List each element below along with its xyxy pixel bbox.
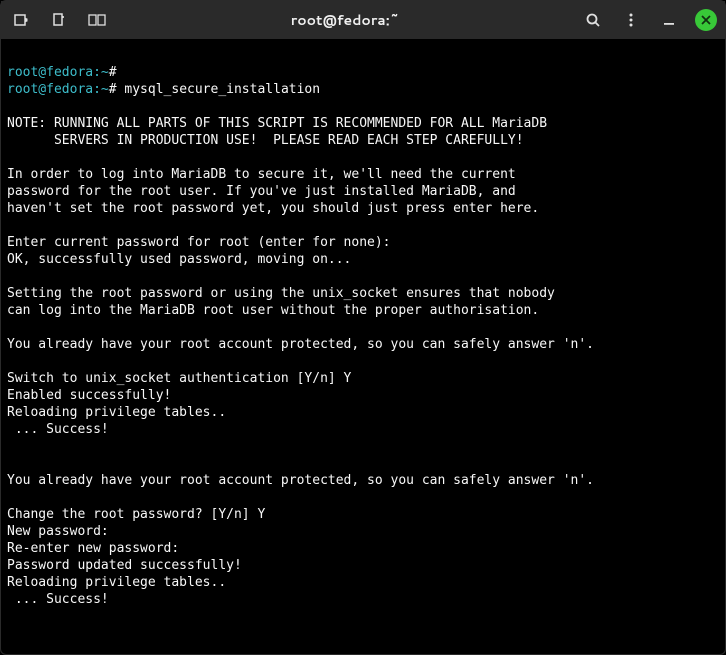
output-line bbox=[7, 217, 719, 234]
output-line bbox=[7, 98, 719, 115]
titlebar-right-controls bbox=[581, 8, 717, 32]
prompt-sep: : bbox=[93, 65, 101, 80]
prompt-user: root@fedora bbox=[7, 65, 93, 80]
minimize-icon[interactable] bbox=[657, 8, 681, 32]
command-text: mysql_secure_installation bbox=[124, 82, 320, 97]
search-icon[interactable] bbox=[581, 8, 605, 32]
output-line: Password updated successfully! bbox=[7, 557, 719, 574]
split-icon[interactable] bbox=[85, 8, 109, 32]
output-line: Enabled successfully! bbox=[7, 387, 719, 404]
output-line: ... Success! bbox=[7, 421, 719, 438]
output-line bbox=[7, 149, 719, 166]
output-line bbox=[7, 438, 719, 455]
output-line: haven't set the root password yet, you s… bbox=[7, 200, 719, 217]
output-line: Enter current password for root (enter f… bbox=[7, 234, 719, 251]
menu-icon[interactable] bbox=[619, 8, 643, 32]
close-icon[interactable] bbox=[695, 9, 717, 31]
window-title: root@fedora:~ bbox=[109, 10, 581, 30]
output-line: NOTE: RUNNING ALL PARTS OF THIS SCRIPT I… bbox=[7, 115, 719, 132]
output-line: OK, successfully used password, moving o… bbox=[7, 251, 719, 268]
prompt-user: root@fedora bbox=[7, 82, 93, 97]
prompt-hash: # bbox=[109, 82, 117, 97]
new-window-icon[interactable] bbox=[47, 8, 71, 32]
output-line bbox=[7, 353, 719, 370]
output-line: can log into the MariaDB root user witho… bbox=[7, 302, 719, 319]
command-line: root@fedora:~# mysql_secure_installation bbox=[7, 81, 719, 98]
output-line bbox=[7, 455, 719, 472]
new-tab-icon[interactable] bbox=[9, 8, 33, 32]
titlebar-left-controls bbox=[9, 8, 109, 32]
prompt-sep: : bbox=[93, 82, 101, 97]
output-line bbox=[7, 319, 719, 336]
output-line: In order to log into MariaDB to secure i… bbox=[7, 166, 719, 183]
output-line bbox=[7, 608, 719, 625]
terminal-output[interactable]: root@fedora:~#root@fedora:~# mysql_secur… bbox=[1, 39, 725, 633]
output-line: New password: bbox=[7, 523, 719, 540]
output-line: Reloading privilege tables.. bbox=[7, 404, 719, 421]
output-line: Switch to unix_socket authentication [Y/… bbox=[7, 370, 719, 387]
prompt-line: root@fedora:~# bbox=[7, 64, 719, 81]
prompt-path: ~ bbox=[101, 65, 109, 80]
output-line: Change the root password? [Y/n] Y bbox=[7, 506, 719, 523]
output-line bbox=[7, 489, 719, 506]
output-line: SERVERS IN PRODUCTION USE! PLEASE READ E… bbox=[7, 132, 719, 149]
output-line: password for the root user. If you've ju… bbox=[7, 183, 719, 200]
window-titlebar: root@fedora:~ bbox=[1, 1, 725, 39]
prompt-path: ~ bbox=[101, 82, 109, 97]
output-line: You already have your root account prote… bbox=[7, 472, 719, 489]
output-line: Re-enter new password: bbox=[7, 540, 719, 557]
output-line: Reloading privilege tables.. bbox=[7, 574, 719, 591]
output-lines: NOTE: RUNNING ALL PARTS OF THIS SCRIPT I… bbox=[7, 98, 719, 625]
prompt-hash: # bbox=[109, 65, 117, 80]
output-line: You already have your root account prote… bbox=[7, 336, 719, 353]
output-line bbox=[7, 268, 719, 285]
output-line: Setting the root password or using the u… bbox=[7, 285, 719, 302]
output-line: ... Success! bbox=[7, 591, 719, 608]
